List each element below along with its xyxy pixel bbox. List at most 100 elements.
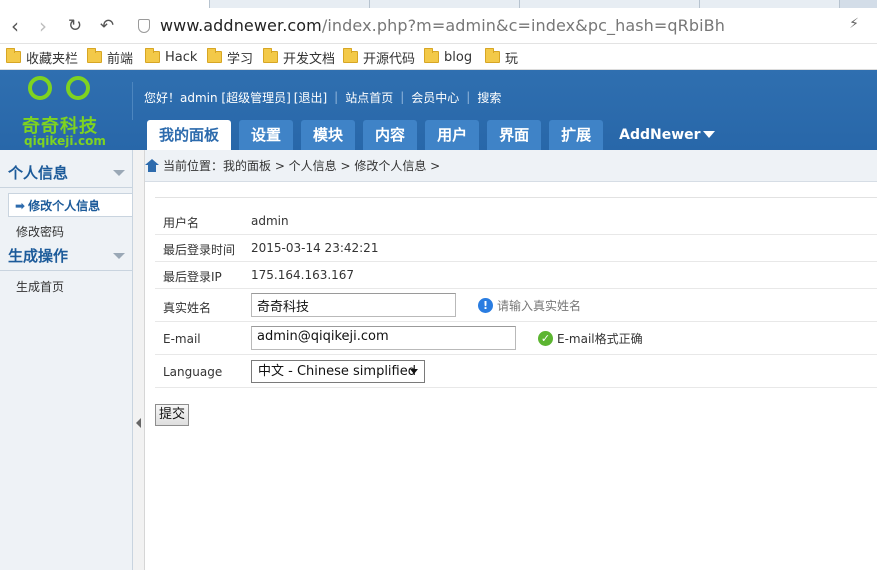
sidebar-item-label: 修改密码 bbox=[16, 225, 65, 239]
sidebar-section-generate[interactable]: 生成操作 bbox=[0, 244, 133, 268]
top-links: 您好！admin [超级管理员] [退出] | 站点首页 | 会员中心 | 搜索 bbox=[144, 89, 501, 105]
sidebar-section-personal-info[interactable]: 个人信息 bbox=[0, 161, 133, 185]
separator: | bbox=[400, 90, 405, 104]
folder-icon bbox=[424, 48, 439, 63]
site-header: 奇奇科技 qiqikeji.com 您好！admin [超级管理员] [退出] … bbox=[0, 70, 877, 150]
sidebar-section-label: 生成操作 bbox=[8, 247, 69, 265]
undo-icon[interactable]: ↶ bbox=[96, 15, 118, 37]
bookmark-open-source[interactable]: 开源代码 bbox=[343, 48, 415, 67]
browser-toolbar: ‹ › ↻ ↶ www.addnewer.com/index.php?m=adm… bbox=[0, 8, 877, 44]
main-nav: 我的面板 设置 模块 内容 用户 界面 扩展 AddNewer bbox=[147, 120, 723, 150]
header-divider bbox=[132, 82, 133, 120]
check-icon: ✓ bbox=[538, 331, 553, 346]
row-language: Language 中文 - Chinese simplified bbox=[155, 355, 877, 388]
email-hint: ✓ E-mail格式正确 bbox=[538, 330, 643, 347]
browser-tab[interactable] bbox=[210, 0, 370, 8]
forward-icon[interactable]: › bbox=[32, 15, 54, 37]
sidebar-item-label: 修改个人信息 bbox=[28, 199, 101, 213]
sidebar-item-change-password[interactable]: 修改密码 bbox=[8, 220, 132, 244]
row-username: 用户名 admin bbox=[155, 208, 877, 235]
sidebar-item-label: 生成首页 bbox=[16, 280, 65, 294]
last-login-ip-value: 175.164.163.167 bbox=[251, 268, 355, 282]
row-last-login-ip: 最后登录IP 175.164.163.167 bbox=[155, 262, 877, 289]
collapse-triangle-icon[interactable] bbox=[113, 253, 125, 259]
home-icon[interactable] bbox=[145, 159, 159, 172]
nav-more-menu[interactable]: AddNewer bbox=[611, 120, 722, 150]
realname-hint-text: 请输入真实姓名 bbox=[497, 299, 582, 313]
greeting: 您好！admin [超级管理员] bbox=[144, 90, 291, 105]
browser-tab[interactable] bbox=[700, 0, 840, 8]
row-realname: 真实姓名 奇奇科技 ! 请输入真实姓名 bbox=[155, 289, 877, 322]
nav-tab-settings[interactable]: 设置 bbox=[239, 120, 294, 150]
language-label: Language bbox=[163, 365, 223, 379]
site-home-link[interactable]: 站点首页 bbox=[345, 89, 393, 106]
separator: | bbox=[334, 90, 339, 104]
bookmarks-bar: 收藏夹栏 前端 Hack 学习 开发文档 开源代码 blog 玩 bbox=[0, 44, 877, 70]
bookmark-favorites[interactable]: 收藏夹栏 bbox=[6, 48, 78, 67]
separator: | bbox=[466, 90, 471, 104]
sidebar: 个人信息 ➡ 修改个人信息 修改密码 生成操作 生成首页 bbox=[0, 150, 133, 570]
logout-link[interactable]: [退出] bbox=[294, 89, 327, 106]
nav-tab-interface[interactable]: 界面 bbox=[487, 120, 542, 150]
username-value: admin bbox=[251, 214, 289, 228]
language-select-value: 中文 - Chinese simplified bbox=[258, 364, 416, 379]
folder-icon bbox=[485, 48, 500, 63]
email-input[interactable]: admin@qiqikeji.com bbox=[251, 326, 516, 350]
caret-down-icon bbox=[702, 131, 715, 138]
bookmark-blog[interactable]: blog bbox=[424, 48, 472, 66]
main-content: 用户名 admin 最后登录时间 2015-03-14 23:42:21 最后登… bbox=[145, 182, 877, 570]
nav-tab-extensions[interactable]: 扩展 bbox=[549, 120, 604, 150]
bookmark-frontend[interactable]: 前端 bbox=[87, 48, 133, 67]
bookmark-dev-docs[interactable]: 开发文档 bbox=[263, 48, 335, 67]
browser-tab[interactable] bbox=[0, 0, 210, 8]
bookmark-play[interactable]: 玩 bbox=[485, 48, 518, 67]
sidebar-section-label: 个人信息 bbox=[8, 164, 69, 182]
row-last-login-time: 最后登录时间 2015-03-14 23:42:21 bbox=[155, 235, 877, 262]
info-icon: ! bbox=[478, 298, 493, 313]
back-icon[interactable]: ‹ bbox=[4, 15, 26, 37]
folder-icon bbox=[343, 48, 358, 63]
realname-label: 真实姓名 bbox=[163, 301, 212, 315]
submit-button[interactable]: 提交 bbox=[155, 404, 190, 426]
address-bar[interactable]: www.addnewer.com/index.php?m=admin&c=ind… bbox=[128, 13, 877, 40]
realname-hint: ! 请输入真实姓名 bbox=[478, 297, 581, 314]
divider bbox=[0, 270, 133, 271]
collapse-triangle-icon[interactable] bbox=[113, 170, 125, 176]
nav-more-label: AddNewer bbox=[619, 127, 701, 143]
breadcrumb: 当前位置：我的面板 > 个人信息 > 修改个人信息 > bbox=[145, 150, 877, 182]
logo-mark bbox=[66, 76, 90, 100]
collapse-left-icon[interactable] bbox=[136, 418, 141, 428]
bookmark-hack[interactable]: Hack bbox=[145, 48, 197, 66]
member-center-link[interactable]: 会员中心 bbox=[411, 89, 459, 106]
logo-brand-en: qiqikeji.com bbox=[24, 134, 106, 148]
sidebar-item-generate-home[interactable]: 生成首页 bbox=[8, 275, 132, 299]
logo[interactable]: 奇奇科技 qiqikeji.com bbox=[22, 76, 114, 148]
reload-icon[interactable]: ↻ bbox=[64, 15, 86, 37]
browser-tab[interactable] bbox=[370, 0, 520, 8]
folder-icon bbox=[207, 48, 222, 63]
divider bbox=[155, 197, 877, 198]
search-link[interactable]: 搜索 bbox=[477, 89, 501, 106]
nav-tab-content[interactable]: 内容 bbox=[363, 120, 418, 150]
sidebar-collapse-bar[interactable] bbox=[133, 150, 145, 570]
folder-icon bbox=[145, 48, 160, 63]
nav-tab-users[interactable]: 用户 bbox=[425, 120, 480, 150]
email-hint-text: E-mail格式正确 bbox=[557, 332, 643, 346]
language-select[interactable]: 中文 - Chinese simplified bbox=[251, 360, 425, 383]
last-login-time-label: 最后登录时间 bbox=[163, 243, 236, 257]
browser-tab[interactable] bbox=[520, 0, 700, 8]
bookmark-study[interactable]: 学习 bbox=[207, 48, 253, 67]
sidebar-item-edit-info[interactable]: ➡ 修改个人信息 bbox=[8, 193, 132, 217]
username-label: 用户名 bbox=[163, 216, 200, 230]
last-login-time-value: 2015-03-14 23:42:21 bbox=[251, 241, 379, 255]
breadcrumb-text: 当前位置：我的面板 > 个人信息 > 修改个人信息 > bbox=[163, 159, 441, 173]
lightning-icon[interactable]: ⚡ bbox=[849, 16, 859, 32]
nav-tab-modules[interactable]: 模块 bbox=[301, 120, 356, 150]
divider bbox=[0, 187, 133, 188]
realname-input[interactable]: 奇奇科技 bbox=[251, 293, 456, 317]
folder-icon bbox=[263, 48, 278, 63]
nav-tab-my-panel[interactable]: 我的面板 bbox=[147, 120, 232, 150]
shield-icon bbox=[138, 19, 150, 33]
dropdown-arrow-icon bbox=[410, 369, 418, 374]
folder-icon bbox=[87, 48, 102, 63]
